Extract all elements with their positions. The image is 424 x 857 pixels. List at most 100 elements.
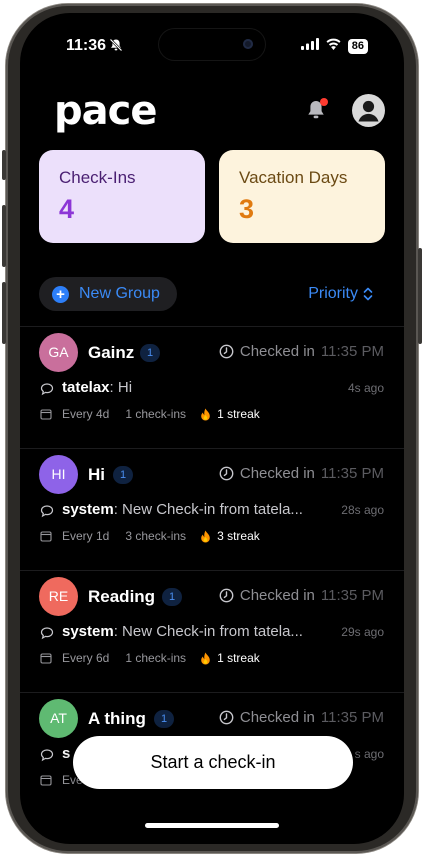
camera-icon <box>243 39 253 49</box>
status-time: 11:36 <box>66 37 107 54</box>
last-message: system: New Check-in from tatela... 29s … <box>40 623 384 643</box>
message-text: tatelax: Hi <box>62 379 132 396</box>
sort-priority-button[interactable]: Priority <box>308 285 373 303</box>
group-checkins: 1 check-ins <box>125 651 187 665</box>
group-row[interactable]: HI Hi 1 Checked in 11:35 PM system: New … <box>20 448 404 571</box>
message-text: system: New Check-in from tatela... <box>62 623 303 640</box>
calendar-icon <box>40 531 52 542</box>
group-meta: Every 4d 1 check-ins 1 streak <box>40 407 260 421</box>
chat-bubble-icon <box>40 383 54 396</box>
flame-icon <box>201 530 210 542</box>
sort-label: Priority <box>308 285 358 302</box>
bell-slash-icon <box>109 38 123 57</box>
checkin-time: 11:35 PM <box>320 587 384 604</box>
unread-badge: 1 <box>140 344 161 362</box>
group-streak: 1 streak <box>217 407 260 421</box>
dynamic-island <box>159 29 265 60</box>
notifications-button[interactable] <box>304 98 330 124</box>
wifi-icon <box>325 37 342 55</box>
notification-dot <box>320 98 328 106</box>
message-age: s ago <box>354 747 384 761</box>
calendar-icon <box>40 409 52 420</box>
group-name: A thing <box>88 709 146 728</box>
message-age: 28s ago <box>341 503 384 517</box>
checkins-value: 4 <box>59 194 75 224</box>
checkin-status: Checked in 11:35 PM <box>219 709 384 726</box>
clock-icon <box>219 588 234 603</box>
home-indicator[interactable] <box>145 823 279 828</box>
group-avatar: HI <box>39 455 78 494</box>
group-name: Gainz <box>88 343 135 362</box>
checkin-status-text: Checked in <box>239 587 315 604</box>
group-row[interactable]: RE Reading 1 Checked in 11:35 PM system:… <box>20 570 404 693</box>
message-age: 4s ago <box>347 381 384 395</box>
flame-icon <box>201 652 210 664</box>
checkin-time: 11:35 PM <box>320 343 384 360</box>
message-text: s <box>62 745 70 762</box>
new-group-label: New Group <box>79 285 160 302</box>
group-avatar: AT <box>39 699 78 738</box>
checkin-status: Checked in 11:35 PM <box>219 465 384 482</box>
vacation-days-value: 3 <box>239 194 255 224</box>
volume-down-button <box>2 282 6 344</box>
clock-icon <box>219 344 234 359</box>
chevron-up-down-icon <box>363 287 373 301</box>
message-author: system <box>62 501 114 518</box>
chat-bubble-icon <box>40 749 54 762</box>
group-row[interactable]: GA Gainz 1 Checked in 11:35 PM tatelax: … <box>20 326 404 449</box>
calendar-icon <box>40 775 52 786</box>
status-bar: 11:36 86 <box>20 13 404 67</box>
mute-switch <box>2 150 6 180</box>
group-streak: 3 streak <box>217 529 260 543</box>
plus-icon: + <box>52 285 69 303</box>
vacation-days-card[interactable]: Vacation Days 3 <box>219 150 385 243</box>
group-streak: 1 streak <box>217 651 260 665</box>
profile-avatar-button[interactable] <box>352 94 385 127</box>
message-body: : Hi <box>109 379 133 396</box>
group-frequency: Every 6d <box>62 651 110 665</box>
message-author: s <box>62 745 71 762</box>
message-text: system: New Check-in from tatela... <box>62 501 303 518</box>
group-frequency: Every 4d <box>62 407 110 421</box>
group-name: Hi <box>88 465 105 484</box>
checkin-status-text: Checked in <box>239 709 315 726</box>
checkin-status-text: Checked in <box>239 343 315 360</box>
start-checkin-button[interactable]: Start a check-in <box>73 736 353 789</box>
checkin-status-text: Checked in <box>239 465 315 482</box>
unread-badge: 1 <box>113 466 134 484</box>
last-message: tatelax: Hi 4s ago <box>40 379 384 399</box>
battery-indicator: 86 <box>347 38 368 54</box>
chat-bubble-icon <box>40 505 54 518</box>
person-icon <box>358 100 379 122</box>
last-message: system: New Check-in from tatela... 28s … <box>40 501 384 521</box>
unread-badge: 1 <box>154 710 175 728</box>
clock-icon <box>219 710 234 725</box>
signal-icon <box>300 37 319 55</box>
group-frequency: Every 1d <box>62 529 110 543</box>
checkin-status: Checked in 11:35 PM <box>219 343 384 360</box>
power-button <box>418 248 422 344</box>
message-age: 29s ago <box>341 625 384 639</box>
message-body: : New Check-in from tatela... <box>113 623 303 640</box>
checkin-time: 11:35 PM <box>320 465 384 482</box>
group-checkins: 3 check-ins <box>125 529 187 543</box>
status-icons: 86 <box>300 37 368 55</box>
flame-icon <box>201 408 210 420</box>
group-checkins: 1 check-ins <box>125 407 187 421</box>
group-avatar: RE <box>39 577 78 616</box>
checkin-time: 11:35 PM <box>320 709 384 726</box>
checkins-card[interactable]: Check-Ins 4 <box>39 150 205 243</box>
group-meta: Every 6d 1 check-ins 1 streak <box>40 651 260 665</box>
vacation-days-label: Vacation Days <box>239 168 348 187</box>
calendar-icon <box>40 653 52 664</box>
new-group-button[interactable]: + New Group <box>39 277 177 311</box>
message-author: system <box>62 623 114 640</box>
checkin-status: Checked in 11:35 PM <box>219 587 384 604</box>
clock-icon <box>219 466 234 481</box>
group-name: Reading <box>88 587 156 606</box>
group-avatar: GA <box>39 333 78 372</box>
message-body: : New Check-in from tatela... <box>113 501 303 518</box>
app-logo: pace <box>54 88 157 134</box>
checkins-label: Check-Ins <box>59 168 136 187</box>
unread-badge: 1 <box>162 588 183 606</box>
